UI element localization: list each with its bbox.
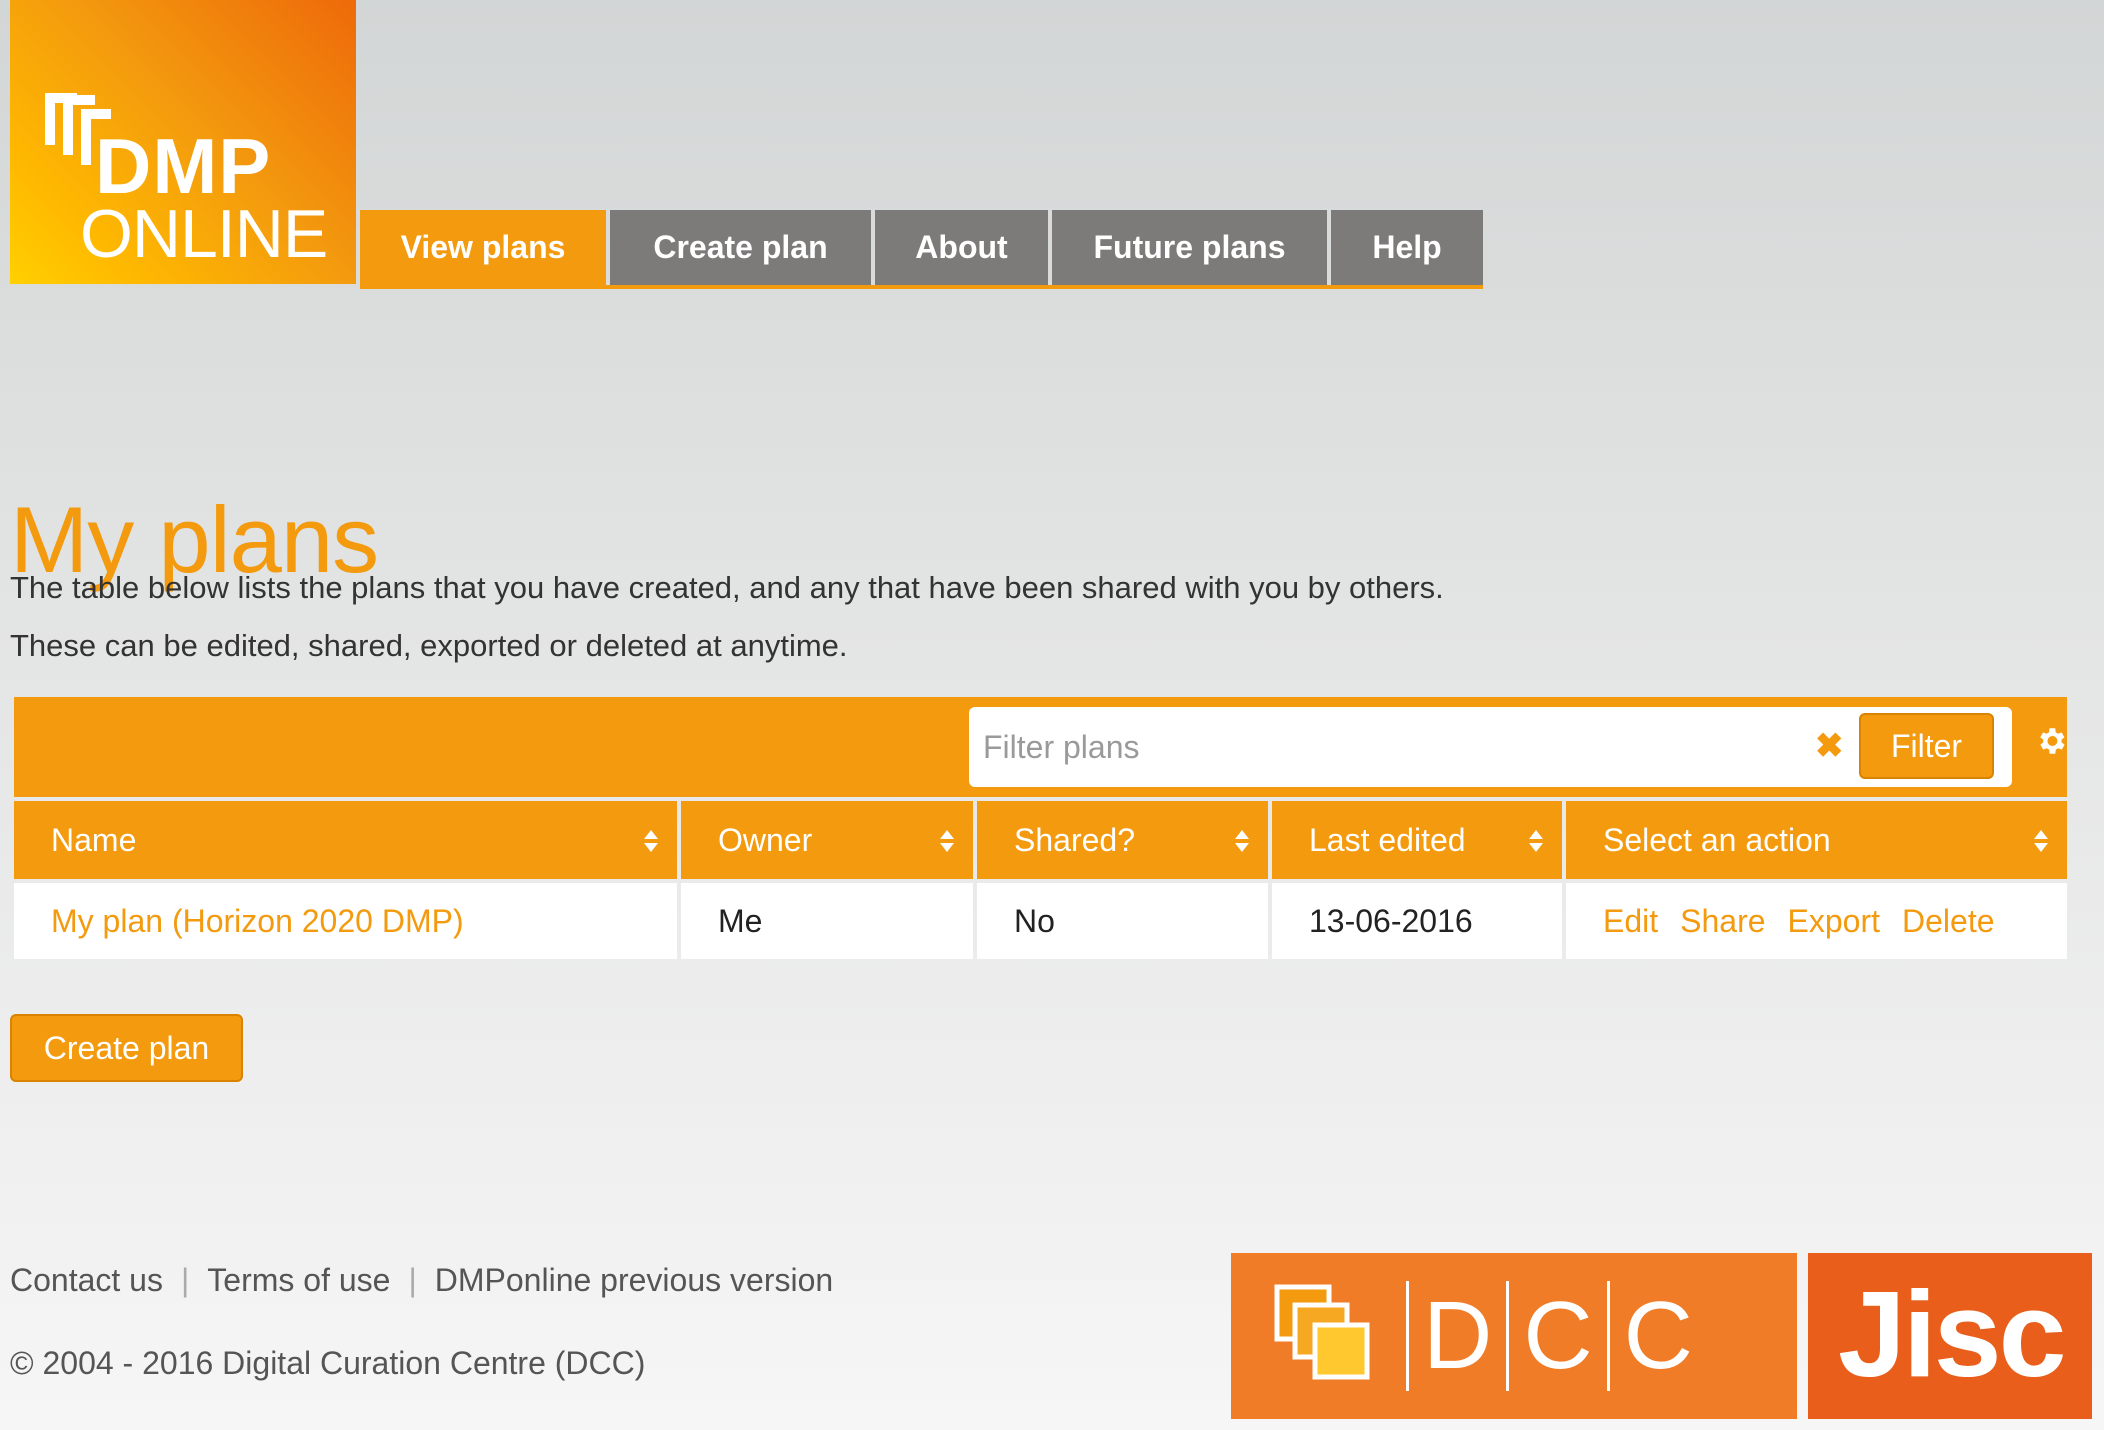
column-header-action[interactable]: Select an action (1566, 801, 2067, 879)
column-header-last-edited[interactable]: Last edited (1272, 801, 1562, 879)
terms-of-use-link[interactable]: Terms of use (207, 1262, 390, 1299)
column-header-shared[interactable]: Shared? (977, 801, 1268, 879)
intro-text-line2: These can be edited, shared, exported or… (10, 628, 848, 663)
dcc-letter: C (1623, 1282, 1693, 1389)
logo-text-dmp: DMP (95, 122, 272, 210)
footer-separator: | (180, 1262, 190, 1298)
cell-actions: Edit Share Export Delete (1566, 883, 2067, 959)
main-nav: View plans Create plan About Future plan… (360, 210, 1483, 289)
sort-icon (1529, 830, 1543, 852)
dcc-letter: D (1423, 1282, 1493, 1389)
dcc-letter: C (1523, 1282, 1593, 1389)
column-header-label: Last edited (1309, 821, 1466, 858)
nav-view-plans[interactable]: View plans (360, 210, 606, 285)
filter-box: ✖ Filter (969, 707, 2012, 787)
cell-last-edited: 13-06-2016 (1272, 883, 1562, 959)
filter-bar: ✖ Filter (14, 697, 2067, 797)
edit-link[interactable]: Edit (1603, 903, 1658, 940)
create-plan-button[interactable]: Create plan (10, 1014, 243, 1082)
sort-icon (2034, 830, 2048, 852)
sort-icon (940, 830, 954, 852)
nav-help[interactable]: Help (1331, 210, 1483, 285)
column-header-name[interactable]: Name (14, 801, 677, 879)
cell-shared: No (977, 883, 1268, 959)
jisc-logo[interactable]: Jisc (1808, 1253, 2092, 1419)
plan-name-link[interactable]: My plan (Horizon 2020 DMP) (51, 903, 464, 940)
table-row: My plan (Horizon 2020 DMP) Me No 13-06-2… (14, 883, 2067, 959)
gear-icon[interactable] (2034, 724, 2068, 758)
contact-us-link[interactable]: Contact us (10, 1262, 163, 1299)
nav-future-plans[interactable]: Future plans (1052, 210, 1327, 285)
copyright-text: © 2004 - 2016 Digital Curation Centre (D… (10, 1345, 646, 1381)
dcc-squares-icon (1274, 1284, 1370, 1380)
share-link[interactable]: Share (1680, 903, 1765, 940)
column-header-owner[interactable]: Owner (681, 801, 973, 879)
dcc-letters: D C C (1406, 1281, 1707, 1391)
filter-input[interactable] (981, 721, 1805, 773)
export-link[interactable]: Export (1788, 903, 1880, 940)
column-header-label: Select an action (1603, 821, 1831, 858)
column-header-label: Owner (718, 821, 813, 858)
nav-about[interactable]: About (875, 210, 1048, 285)
footer-separator: | (408, 1262, 417, 1298)
jisc-logo-text: Jisc (1838, 1266, 2066, 1402)
cell-owner: Me (681, 883, 973, 959)
dmponline-logo[interactable]: DMP ONLINE (10, 0, 356, 284)
nav-create-plan[interactable]: Create plan (610, 210, 871, 285)
footer-links: Contact us | Terms of use | DMPonline pr… (10, 1262, 833, 1299)
filter-button[interactable]: Filter (1859, 713, 1994, 779)
table-header: Name Owner Shared? Last edited Select an… (14, 801, 2067, 879)
sort-icon (1235, 830, 1249, 852)
delete-link[interactable]: Delete (1902, 903, 1995, 940)
intro-text-line1: The table below lists the plans that you… (10, 570, 1444, 605)
previous-version-link[interactable]: DMPonline previous version (435, 1262, 833, 1299)
dcc-logo[interactable]: D C C (1231, 1253, 1797, 1419)
sort-icon (644, 830, 658, 852)
cell-name: My plan (Horizon 2020 DMP) (14, 883, 677, 959)
column-header-label: Name (51, 821, 137, 858)
logo-text-online: ONLINE (80, 196, 328, 272)
close-icon[interactable]: ✖ (1815, 721, 1844, 771)
column-header-label: Shared? (1014, 821, 1135, 858)
